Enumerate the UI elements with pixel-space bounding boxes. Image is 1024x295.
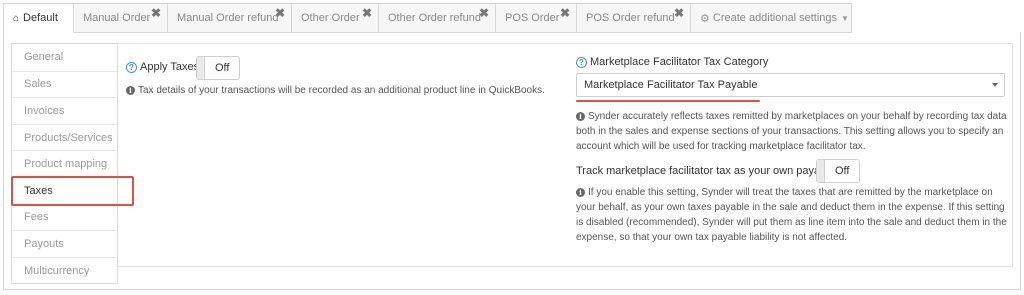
tab-label: POS Order bbox=[505, 12, 560, 24]
sidebar-item-payouts[interactable]: Payouts bbox=[12, 230, 117, 257]
tab-pos-order[interactable]: POS Order ✖ bbox=[496, 3, 577, 33]
close-icon[interactable]: ✖ bbox=[362, 6, 372, 20]
tab-other-order[interactable]: Other Order ✖ bbox=[292, 3, 379, 33]
close-icon[interactable]: ✖ bbox=[151, 6, 161, 20]
tab-label: POS Order refund bbox=[586, 12, 675, 24]
close-icon[interactable]: ✖ bbox=[560, 6, 570, 20]
tab-default[interactable]: ⌂ Default bbox=[3, 3, 74, 33]
toggle-knob bbox=[817, 160, 825, 182]
apply-taxes-note-text: Tax details of your transactions will be… bbox=[138, 85, 545, 96]
tab-other-order-refund[interactable]: Other Order refund ✖ bbox=[379, 3, 496, 33]
info-icon: i bbox=[126, 85, 135, 95]
tab-manual-order-refund[interactable]: Manual Order refund ✖ bbox=[168, 3, 292, 33]
sidebar-item-product-mapping[interactable]: Product mapping bbox=[12, 150, 117, 177]
apply-taxes-text: Apply Taxes bbox=[140, 61, 200, 73]
close-icon[interactable]: ✖ bbox=[479, 6, 489, 20]
sidebar-item-sales[interactable]: Sales bbox=[12, 70, 117, 98]
tab-create-additional-settings[interactable]: ⚙ Create additional settings ▼ bbox=[691, 3, 852, 33]
tab-label: Other Order bbox=[301, 12, 360, 24]
caret-down-icon: ▼ bbox=[841, 13, 849, 23]
tab-pos-order-refund[interactable]: POS Order refund ✖ bbox=[577, 3, 691, 33]
sidebar-item-label: General bbox=[24, 51, 64, 64]
settings-tabs: ⌂ Default Manual Order ✖ Manual Order re… bbox=[3, 3, 852, 33]
select-value: Marketplace Facilitator Tax Payable bbox=[584, 79, 758, 91]
track-payable-description: i If you enable this setting, Synder will… bbox=[576, 185, 1008, 245]
tab-label: Create additional settings bbox=[712, 12, 838, 24]
tab-label: Other Order refund bbox=[388, 12, 481, 24]
help-icon[interactable]: ? bbox=[126, 61, 137, 73]
apply-taxes-label: ? Apply Taxes bbox=[126, 61, 199, 73]
marketplace-tax-category-label: ? Marketplace Facilitator Tax Category bbox=[576, 56, 768, 68]
chevron-down-icon bbox=[992, 83, 998, 87]
sidebar-item-label: Sales bbox=[24, 78, 52, 91]
marketplace-label-text: Marketplace Facilitator Tax Category bbox=[590, 56, 769, 68]
home-icon: ⌂ bbox=[13, 12, 20, 24]
track-payable-label: Track marketplace facilitator tax as you… bbox=[576, 165, 835, 177]
sidebar-item-fees[interactable]: Fees bbox=[12, 203, 117, 231]
marketplace-description-text: Synder accurately reflects taxes remitte… bbox=[576, 111, 1007, 152]
sidebar-item-general[interactable]: General bbox=[12, 44, 117, 71]
toggle-knob bbox=[197, 57, 205, 79]
sidebar-item-products-services[interactable]: Products/Services bbox=[12, 123, 117, 151]
close-icon[interactable]: ✖ bbox=[275, 6, 285, 20]
sidebar-item-multicurrency[interactable]: Multicurrency bbox=[12, 256, 117, 284]
sidebar-item-label: Product mapping bbox=[24, 158, 108, 171]
gear-icon: ⚙ bbox=[700, 12, 710, 25]
settings-sidebar: General Sales Invoices Products/Services… bbox=[11, 43, 118, 285]
sidebar-item-label: Fees bbox=[24, 211, 49, 224]
help-icon[interactable]: ? bbox=[576, 56, 587, 68]
taxes-highlight-annotation bbox=[11, 176, 134, 206]
sidebar-item-label: Multicurrency bbox=[24, 264, 90, 277]
toggle-state: Off bbox=[215, 62, 230, 74]
sidebar-item-invoices[interactable]: Invoices bbox=[12, 97, 117, 124]
apply-taxes-note: i Tax details of your transactions will b… bbox=[126, 85, 545, 96]
tab-label: Manual Order bbox=[83, 12, 151, 24]
sidebar-item-label: Payouts bbox=[24, 237, 64, 250]
apply-taxes-toggle[interactable]: Off bbox=[196, 56, 241, 80]
track-description-text: If you enable this setting, Synder will … bbox=[576, 187, 1007, 243]
info-icon: i bbox=[576, 187, 585, 197]
tab-label: Default bbox=[23, 12, 58, 24]
tab-label: Manual Order refund bbox=[177, 12, 279, 24]
info-icon: i bbox=[576, 111, 585, 121]
toggle-state: Off bbox=[835, 165, 850, 177]
track-payable-toggle[interactable]: Off bbox=[816, 159, 861, 183]
sidebar-item-label: Invoices bbox=[24, 104, 65, 117]
marketplace-description: i Synder accurately reflects taxes remitt… bbox=[576, 109, 1008, 154]
tab-manual-order[interactable]: Manual Order ✖ bbox=[74, 3, 168, 33]
marketplace-tax-category-select[interactable]: Marketplace Facilitator Tax Payable bbox=[576, 73, 1005, 97]
close-icon[interactable]: ✖ bbox=[674, 6, 684, 20]
sidebar-item-label: Products/Services bbox=[24, 131, 113, 144]
highlight-underline-annotation bbox=[576, 100, 760, 102]
